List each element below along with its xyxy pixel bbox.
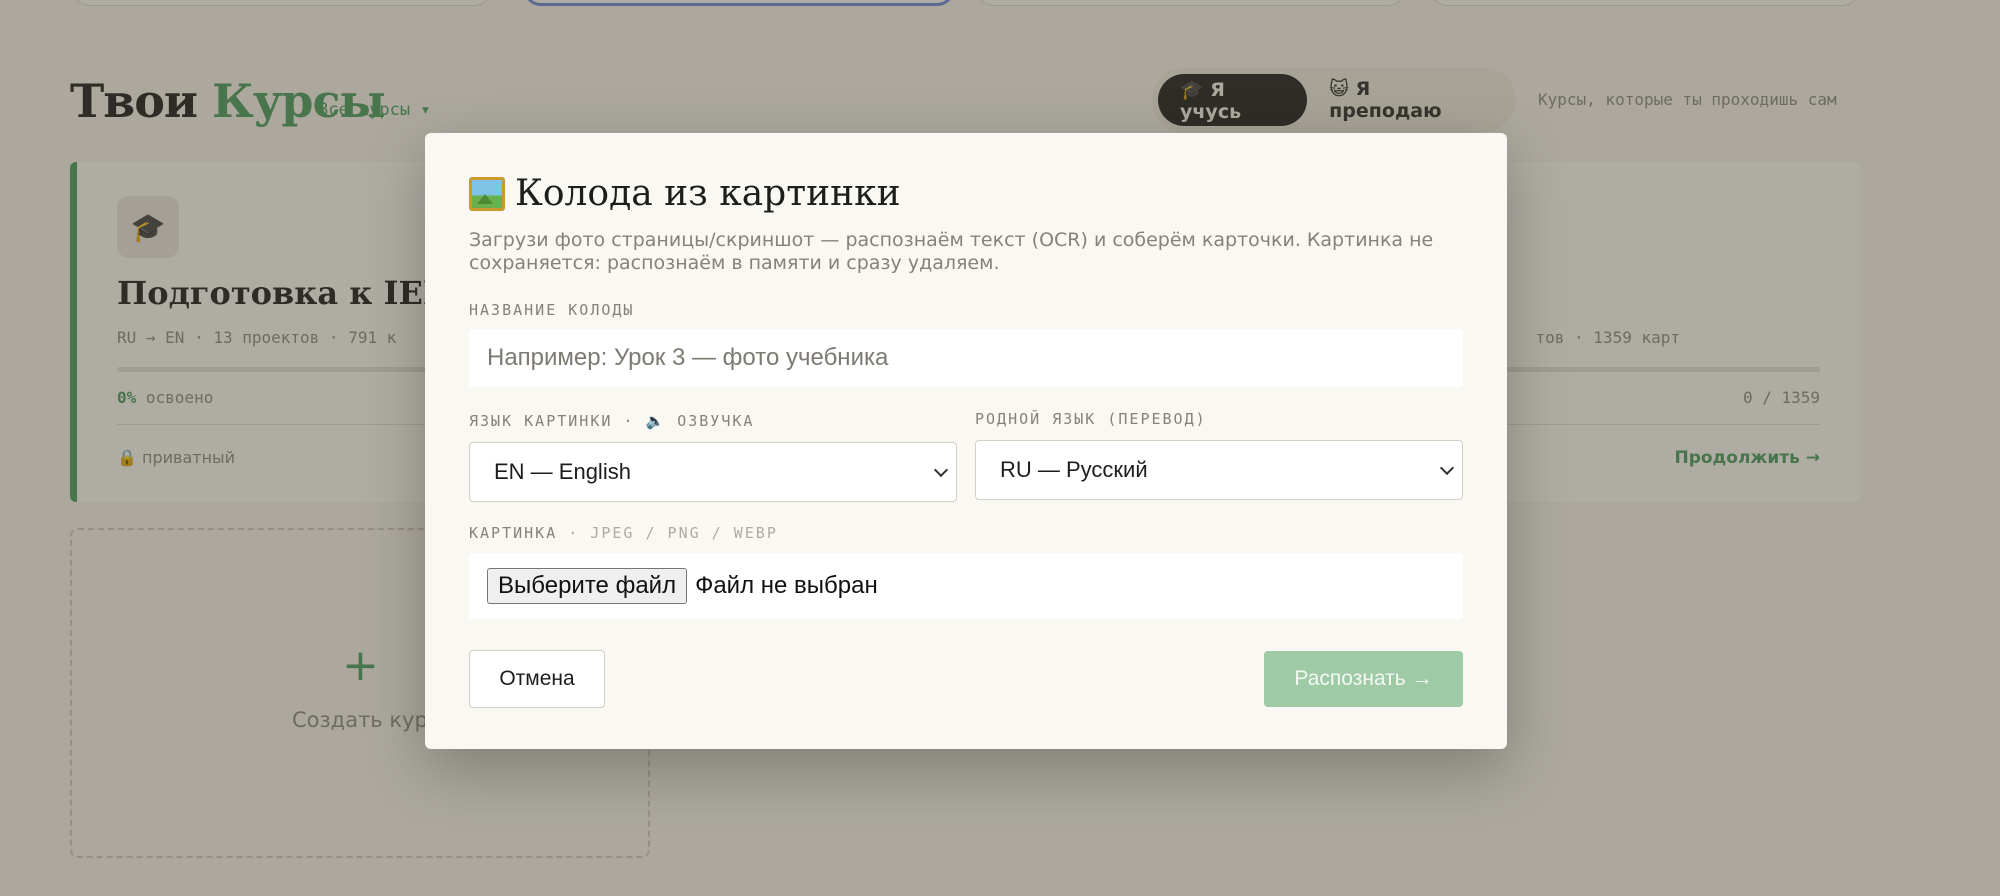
file-status: Файл не выбран [695, 572, 878, 599]
cancel-button[interactable]: Отмена [469, 650, 605, 708]
deck-name-input[interactable] [469, 329, 1463, 387]
image-deck-modal: Колода из картинки Загрузи фото страницы… [425, 133, 1507, 749]
framed-picture-icon [469, 176, 505, 211]
modal-description: Загрузи фото страницы/скриншот — распозн… [469, 229, 1434, 274]
chevron-down-icon [1439, 460, 1455, 476]
native-language-label: РОДНОЙ ЯЗЫК (ПЕРЕВОД) [975, 410, 1207, 428]
file-picker: Выберите файл Файл не выбран [469, 553, 1463, 619]
image-language-value: EN — English [494, 459, 631, 484]
image-label-text: КАРТИНКА [469, 524, 558, 542]
modal-title: Колода из картинки [469, 173, 901, 214]
image-language-label: ЯЗЫК КАРТИНКИ · 🔈 ОЗВУЧКА [469, 412, 755, 430]
image-formats: · JPEG / PNG / WEBP [557, 524, 778, 542]
image-language-select[interactable]: EN — English [469, 442, 957, 502]
modal-title-text: Колода из картинки [515, 173, 901, 214]
native-language-select[interactable]: RU — Русский [975, 440, 1463, 500]
chevron-down-icon [933, 462, 949, 478]
recognize-button[interactable]: Распознать → [1264, 651, 1463, 707]
choose-file-button[interactable]: Выберите файл [487, 568, 688, 604]
native-language-value: RU — Русский [1000, 457, 1148, 482]
image-file-label: КАРТИНКА · JPEG / PNG / WEBP [469, 524, 778, 542]
deck-name-label: НАЗВАНИЕ КОЛОДЫ [469, 301, 635, 319]
